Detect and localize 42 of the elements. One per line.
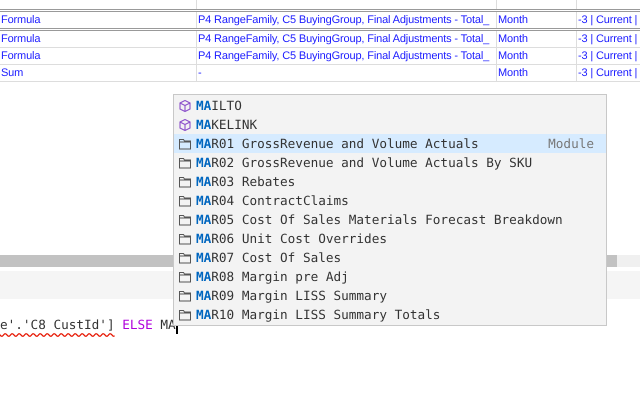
table-cell: Month	[497, 31, 577, 47]
table-cell: -	[197, 65, 497, 81]
table-cell: Month	[497, 12, 577, 28]
table-cell: P4 RangeFamily, C5 BuyingGroup, Final Adjustments - Total_	[197, 31, 497, 47]
cube-icon	[178, 118, 192, 132]
table-cell: Formula	[0, 12, 197, 28]
table-cell: Sum	[0, 65, 197, 81]
suggestion-item[interactable]: MAR01 GrossRevenue and Volume Actuals Module	[174, 134, 606, 153]
table-cell: P4 RangeFamily, C5 BuyingGroup, Final Adjustments - Total_	[197, 48, 497, 64]
folder-icon	[178, 174, 192, 188]
cube-icon	[178, 98, 192, 112]
folder-icon	[178, 136, 192, 150]
code-text: e'.'C8 CustId']	[0, 316, 115, 334]
folder-icon	[178, 288, 192, 302]
folder-icon	[178, 212, 192, 226]
table-cell-text: -3 | Current |	[577, 13, 638, 28]
suggestion-item[interactable]: MAR06 Unit Cost Overrides	[174, 229, 606, 248]
suggestion-item[interactable]: MAR08 Margin pre Adj	[174, 267, 606, 286]
suggestion-item[interactable]: MAR03 Rebates	[174, 172, 606, 191]
folder-icon	[178, 194, 192, 208]
suggestion-item[interactable]: MAR05 Cost Of Sales Materials Forecast Breakdown	[174, 210, 606, 229]
table-cell: Formula	[0, 31, 197, 47]
table-cell-text: -3 | Current |	[577, 49, 638, 64]
table-cell: Formula	[0, 48, 197, 64]
suggestion-item[interactable]: MAR10 Margin LISS Summary Totals	[174, 305, 606, 324]
folder-icon	[178, 250, 192, 264]
suggestion-item[interactable]: MAR07 Cost Of Sales	[174, 248, 606, 267]
table-cell: P4 RangeFamily, C5 BuyingGroup, Final Adjustments - Total_	[197, 12, 497, 28]
suggestion-item[interactable]: MAILTO	[174, 96, 606, 115]
suggestion-item[interactable]: MAR02 GrossRevenue and Volume Actuals By SKU	[174, 153, 606, 172]
folder-icon	[178, 270, 192, 284]
suggestion-item[interactable]: MAR04 ContractClaims	[174, 191, 606, 210]
table-cell-text: -3 | Current |	[577, 66, 638, 81]
suggestion-item[interactable]: MAKELINK	[174, 115, 606, 134]
suggestion-item[interactable]: MAR09 Margin LISS Summary	[174, 286, 606, 305]
code-keyword: ELSE	[122, 316, 153, 334]
folder-icon	[178, 232, 192, 246]
table-cell-text: -3 | Current |	[577, 32, 638, 47]
table-cell: Month	[497, 48, 577, 64]
table-cell: Month	[497, 65, 577, 81]
folder-icon	[178, 156, 192, 170]
folder-icon	[178, 308, 192, 322]
